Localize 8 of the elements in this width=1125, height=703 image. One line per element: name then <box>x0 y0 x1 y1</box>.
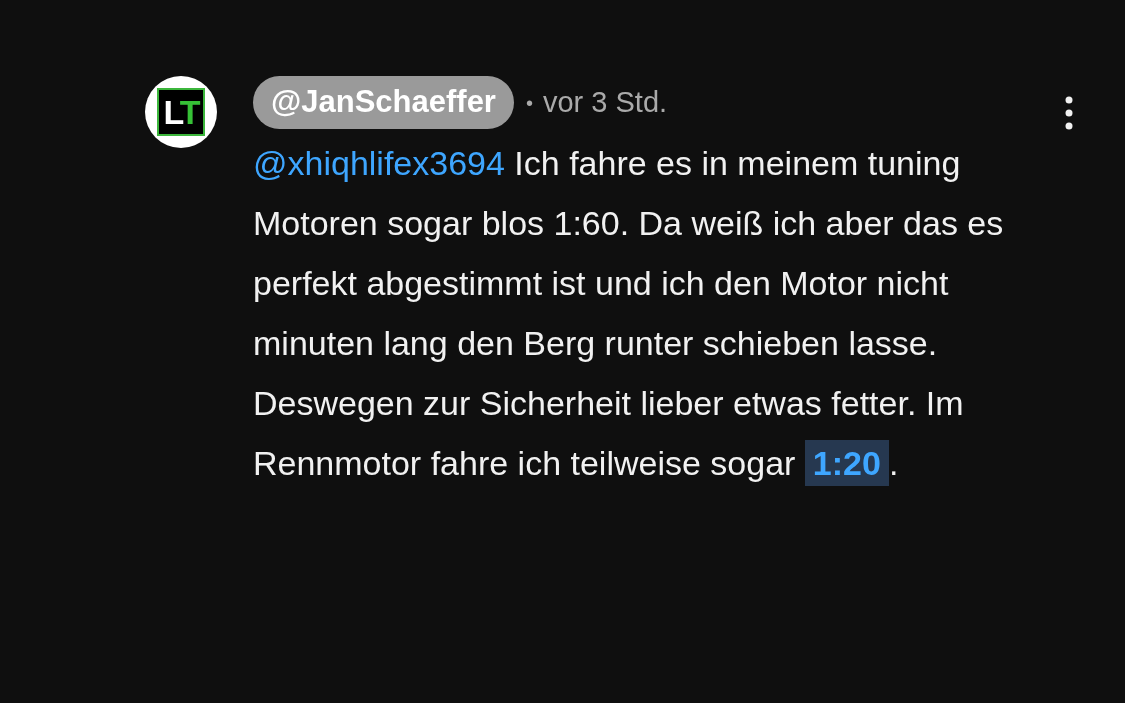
separator: • <box>525 90 533 116</box>
avatar[interactable]: LT <box>145 76 217 148</box>
more-options-icon[interactable] <box>1065 96 1073 130</box>
logo-letters: LT <box>163 95 199 129</box>
timestamp-link[interactable]: 1:20 <box>804 440 889 486</box>
mention-link[interactable]: @xhiqhlifex3694 <box>253 144 505 182</box>
comment-time: vor 3 Std. <box>542 84 668 120</box>
comment-text: @xhiqhlifex3694 Ich fahre es in meinem tuning Motoren sogar blos 1:60. Da weiß ich aber das es perfekt abgestimmt ist und ich den Motor nicht minuten lang den Berg runter schieben lasse. Deswegen zur Sicherheit lieber etwas fetter. Im Rennmotor fahre ich teilweise sogar 1:20 . <box>253 133 1013 493</box>
